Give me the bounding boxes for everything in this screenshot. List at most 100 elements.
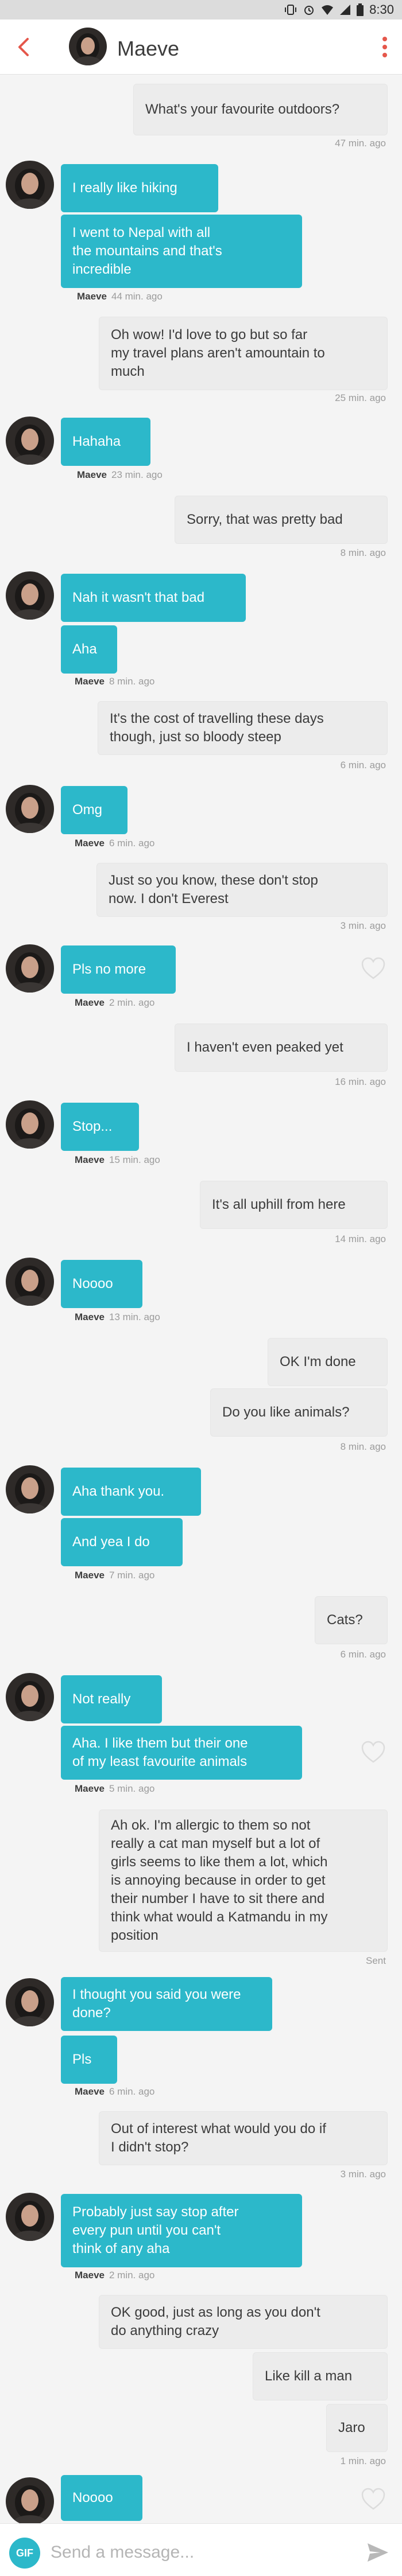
maeve-avatar[interactable] [6,785,54,833]
like-heart-icon[interactable] [361,1741,386,1764]
received-message[interactable]: Aha [61,625,117,674]
message-timestamp: 6 min. ago [340,1649,386,1660]
sender-name: Maeve [75,1154,105,1165]
more-options-icon[interactable] [378,32,392,62]
sent-message[interactable]: Cats? [315,1596,388,1644]
received-message[interactable]: I thought you said you were done? [61,1977,272,2031]
sender-name: Maeve [75,997,105,1008]
message-text: Aha. I like them but their one of my lea… [72,1736,248,1769]
message-timestamp: 8 min. ago [340,1441,386,1452]
received-message[interactable]: Pls no more [61,945,176,994]
maeve-avatar[interactable] [6,1100,54,1149]
message-input[interactable] [51,2536,349,2569]
back-arrow-icon[interactable] [15,37,33,57]
message-text: OK I'm done [280,1354,356,1369]
message-text: I really like hiking [72,180,177,196]
sent-message[interactable]: Oh wow! I'd love to go but so far my tra… [99,317,388,390]
message-timestamp: 3 min. ago [340,920,386,931]
message-text: Noooo [72,1276,113,1291]
message-text: Pls [72,2052,92,2067]
message-text: Nah it wasn't that bad [72,590,205,605]
sent-message[interactable]: Jaro [326,2404,388,2452]
sent-message[interactable]: OK I'm done [268,1338,388,1386]
message-text: What's your favourite outdoors? [145,102,340,117]
message-text: Stop... [72,1119,113,1134]
sent-message[interactable]: OK good, just as long as you don't do an… [99,2295,388,2349]
message-text: Cats? [327,1612,363,1628]
maeve-avatar[interactable] [6,161,54,209]
sender-name: Maeve [75,676,105,687]
received-message[interactable]: Nah it wasn't that bad [61,574,246,622]
message-text: Jaro [338,2420,365,2435]
message-text: Sorry, that was pretty bad [187,512,343,527]
received-message[interactable]: Hahaha [61,418,150,466]
message-text: It's all uphill from here [212,1197,346,1212]
message-timestamp: 16 min. ago [335,1076,386,1087]
received-message[interactable]: I went to Nepal with all the mountains a… [61,215,302,288]
maeve-avatar[interactable] [6,417,54,465]
received-message[interactable]: Noooo [61,2475,142,2521]
message-text: Ah ok. I'm allergic to them so not reall… [111,1818,328,1943]
message-text: I haven't even peaked yet [187,1040,343,1055]
message-text: Like kill a man [265,2368,353,2384]
message-timestamp: 25 min. ago [335,392,386,403]
received-message[interactable]: And yea I do [61,1518,183,1566]
received-message[interactable]: I really like hiking [61,164,218,212]
message-meta: Maeve 7 min. ago [75,1570,155,1581]
message-text: Oh wow! I'd love to go but so far my tra… [111,327,325,379]
maeve-avatar[interactable] [6,2193,54,2241]
message-timestamp: 1 min. ago [340,2456,386,2466]
message-meta: Maeve 15 min. ago [75,1154,160,1165]
maeve-avatar[interactable] [6,1673,54,1721]
received-message[interactable]: Pls [61,2036,117,2084]
message-text: OK good, just as long as you don't do an… [111,2305,320,2338]
message-text: I thought you said you were done? [72,1987,241,2021]
message-text: Pls no more [72,962,146,977]
sent-message[interactable]: Out of interest what would you do if I d… [99,2111,388,2165]
message-meta: Maeve 13 min. ago [75,1312,160,1322]
message-timestamp: Sent [366,1955,386,1966]
received-message[interactable]: Aha thank you. [61,1468,201,1516]
message-text: Omg [72,802,103,818]
header-avatar[interactable] [69,28,107,65]
sent-message[interactable]: It's the cost of travelling these days t… [98,701,388,755]
like-heart-icon[interactable] [361,2488,386,2511]
maeve-avatar[interactable] [6,1258,54,1306]
sender-name: Maeve [75,2086,105,2097]
message-meta: Maeve 2 min. ago [75,997,155,1008]
maeve-avatar[interactable] [6,571,54,620]
contact-name[interactable]: Maeve [117,37,179,61]
maeve-avatar[interactable] [6,1465,54,1513]
received-message[interactable]: Omg [61,786,127,834]
message-meta: Maeve 23 min. ago [77,469,163,480]
like-heart-icon[interactable] [361,957,386,980]
maeve-avatar[interactable] [6,1978,54,2026]
sent-message[interactable]: Just so you know, these don't stop now. … [96,863,388,917]
maeve-avatar[interactable] [6,944,54,993]
sent-message[interactable]: It's all uphill from here [200,1181,388,1229]
message-timestamp: 3 min. ago [340,2169,386,2180]
message-meta: Maeve 8 min. ago [75,676,155,687]
message-timestamp: 47 min. ago [335,138,386,149]
sent-message[interactable]: Sorry, that was pretty bad [175,496,388,544]
message-meta: Maeve 2 min. ago [75,2270,155,2281]
received-message[interactable]: Not really [61,1675,162,1723]
received-message[interactable]: Noooo [61,1260,142,1308]
message-text: It's the cost of travelling these days t… [110,711,324,745]
send-icon[interactable] [366,2541,389,2564]
alarm-icon [303,3,315,16]
sender-name: Maeve [75,2270,105,2281]
sent-message[interactable]: Like kill a man [253,2352,388,2400]
sender-name: Maeve [75,1783,105,1794]
sent-message[interactable]: Do you like animals? [210,1388,388,1437]
sent-message[interactable]: I haven't even peaked yet [175,1024,388,1072]
gif-button[interactable]: GIF [9,2538,40,2569]
sent-message[interactable]: What's your favourite outdoors? [133,84,388,135]
sent-message[interactable]: Ah ok. I'm allergic to them so not reall… [99,1810,388,1952]
message-meta: Maeve 6 min. ago [75,2086,155,2097]
received-message[interactable]: Aha. I like them but their one of my lea… [61,1726,302,1780]
received-message[interactable]: Probably just say stop after every pun u… [61,2194,302,2267]
message-meta: Maeve 5 min. ago [75,1783,155,1794]
maeve-avatar[interactable] [6,2477,54,2526]
received-message[interactable]: Stop... [61,1103,139,1151]
